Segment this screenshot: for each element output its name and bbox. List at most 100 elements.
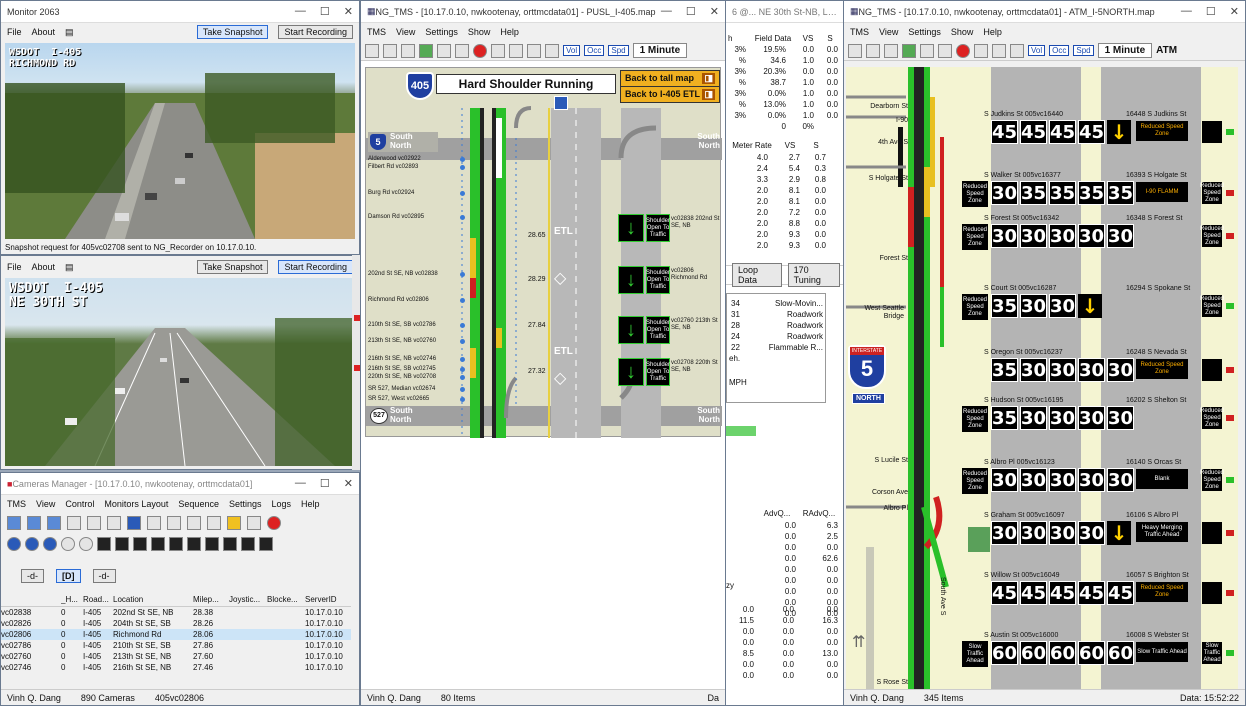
back-to-tall-map-button[interactable]: Back to tall map ◨: [620, 70, 720, 87]
monitor-icon[interactable]: [223, 537, 237, 551]
col-header[interactable]: Blocke...: [267, 595, 305, 604]
camera-label[interactable]: Burg Rd vc02924: [368, 190, 414, 196]
grid-icon[interactable]: [920, 43, 934, 58]
grid-icon[interactable]: [491, 43, 505, 58]
monitor-title-bar[interactable]: Monitor 2063 — ☐ ✕: [1, 1, 359, 23]
document-icon[interactable]: ▤: [65, 262, 74, 273]
event-row[interactable]: 31 Roadwork: [731, 309, 827, 320]
bar-icon[interactable]: [527, 43, 541, 58]
tool-icon[interactable]: [848, 43, 862, 58]
cammgr-title-bar[interactable]: ■ Cameras Manager - [10.17.0.10, nwkoote…: [1, 473, 359, 495]
col-header[interactable]: Location: [113, 595, 193, 604]
maximize-icon[interactable]: ☐: [320, 5, 330, 18]
minimize-icon[interactable]: —: [1181, 5, 1192, 18]
camera-dot-icon[interactable]: [460, 339, 465, 344]
camera-label[interactable]: 210th St SE, SB vc02786: [368, 322, 436, 328]
gantry-right-label[interactable]: 16348 S Forest St: [1126, 215, 1182, 222]
col-header[interactable]: Milep...: [193, 595, 229, 604]
menu-settings[interactable]: Settings: [908, 27, 941, 37]
monitor-icon[interactable]: [169, 537, 183, 551]
gantry-right-label[interactable]: 16202 S Shelton St: [1126, 397, 1186, 404]
marker-icon[interactable]: [127, 516, 141, 530]
gantry-location-label[interactable]: S Hudson St 005vc16195: [984, 397, 1063, 404]
camera-dot-icon[interactable]: [460, 191, 465, 196]
menu-file[interactable]: File: [7, 262, 22, 272]
menu-monitors-layout[interactable]: Monitors Layout: [104, 499, 168, 509]
monitor-icon[interactable]: [241, 537, 255, 551]
line-icon[interactable]: [866, 43, 880, 58]
occ-button[interactable]: Occ: [584, 45, 605, 56]
col-header[interactable]: ServerID: [305, 595, 351, 604]
col-header[interactable]: Road...: [83, 595, 113, 604]
pusl-title-bar[interactable]: ▦ NG_TMS - [10.17.0.10, nwkootenay, ortt…: [361, 1, 725, 23]
gantry-location-label[interactable]: S Willow St 005vc16049: [984, 572, 1059, 579]
camera-dot-icon[interactable]: [460, 298, 465, 303]
gantry-location-label[interactable]: S Graham St 005vc16097: [984, 512, 1065, 519]
document-icon[interactable]: ▤: [65, 27, 74, 38]
spd-button[interactable]: Spd: [608, 45, 629, 56]
start-recording-button[interactable]: Start Recording: [278, 25, 353, 39]
tab-loop-data[interactable]: Loop Data: [732, 263, 782, 287]
interstate-icon[interactable]: [207, 516, 221, 530]
spd-button[interactable]: Spd: [1073, 45, 1094, 56]
monitor-icon[interactable]: [259, 537, 273, 551]
route-90-icon[interactable]: [25, 537, 39, 551]
minimize-icon[interactable]: —: [661, 5, 672, 18]
diamond-icon[interactable]: [545, 43, 559, 58]
monitor-icon[interactable]: [151, 537, 165, 551]
grid-icon[interactable]: [455, 43, 469, 58]
bar-icon[interactable]: [974, 43, 988, 58]
bar-icon[interactable]: [509, 43, 523, 58]
take-snapshot-button[interactable]: Take Snapshot: [196, 25, 269, 39]
camera-dot-icon[interactable]: [460, 272, 465, 277]
line-icon[interactable]: [383, 43, 397, 58]
start-recording-button[interactable]: Start Recording: [278, 260, 353, 274]
monitor-icon[interactable]: [97, 537, 111, 551]
line-icon[interactable]: [884, 43, 898, 58]
event-row[interactable]: 34 Slow-Movin...: [731, 298, 827, 309]
menu-about[interactable]: About: [32, 27, 56, 37]
gantry-right-label[interactable]: 16057 S Brighton St: [1126, 572, 1189, 579]
table-row[interactable]: vc02806 0 I-405 Richmond Rd 28.06 10.17.0.10: [1, 629, 351, 640]
camera-label[interactable]: 213th St SE, NB vc02760: [368, 338, 436, 344]
close-icon[interactable]: ✕: [1230, 5, 1239, 18]
tool-icon[interactable]: [247, 516, 261, 530]
tool-icon[interactable]: [365, 43, 379, 58]
layout-icon[interactable]: [47, 516, 61, 530]
menu-show[interactable]: Show: [951, 27, 974, 37]
col-header[interactable]: Joystic...: [229, 595, 267, 604]
grid-icon[interactable]: [938, 43, 952, 58]
route-405-icon[interactable]: [43, 537, 57, 551]
camera-label[interactable]: SR 527, West vc02665: [368, 396, 429, 402]
camera-dot-icon[interactable]: [460, 387, 465, 392]
gantry-right-label[interactable]: 16008 S Webster St: [1126, 632, 1189, 639]
grid-icon[interactable]: [167, 516, 181, 530]
maximize-icon[interactable]: ☐: [1206, 5, 1216, 18]
menu-file[interactable]: File: [7, 27, 22, 37]
alert-icon[interactable]: [956, 43, 970, 58]
tab-170-tuning[interactable]: 170 Tuning: [787, 263, 840, 287]
menu-settings[interactable]: Settings: [425, 27, 458, 37]
maximize-icon[interactable]: ☐: [320, 477, 330, 490]
menu-view[interactable]: View: [36, 499, 55, 509]
camera-dot-icon[interactable]: [460, 215, 465, 220]
camera-label[interactable]: SR 527, Median vc02674: [368, 386, 435, 392]
split-icon[interactable]: [107, 516, 121, 530]
grid-icon[interactable]: [902, 43, 916, 58]
gantry-right-label[interactable]: 16393 S Holgate St: [1126, 172, 1187, 179]
gantry-location-label[interactable]: S Oregon St 005vc16237: [984, 349, 1063, 356]
camera-dot-icon[interactable]: [460, 323, 465, 328]
gantry-right-label[interactable]: 16448 S Judkins St: [1126, 111, 1186, 118]
menu-about[interactable]: About: [32, 262, 56, 272]
camera-dot-icon[interactable]: [460, 165, 465, 170]
table-row[interactable]: vc02786 0 I-405 210th St SE, SB 27.86 10.17.0…: [1, 640, 351, 651]
gantry-location-label[interactable]: S Forest St 005vc16342: [984, 215, 1059, 222]
camera-label[interactable]: Richmond Rd vc02806: [368, 297, 429, 303]
gantry-right-label[interactable]: 16106 S Albro Pl: [1126, 512, 1178, 519]
camera-label[interactable]: 220th St SE, NB vc02708: [368, 374, 436, 380]
gantry-location-label[interactable]: S Albro Pl 005vc16123: [984, 459, 1055, 466]
menu-view[interactable]: View: [396, 27, 415, 37]
split-icon[interactable]: [87, 516, 101, 530]
occ-button[interactable]: Occ: [1049, 45, 1070, 56]
vol-button[interactable]: Vol: [1028, 45, 1046, 56]
